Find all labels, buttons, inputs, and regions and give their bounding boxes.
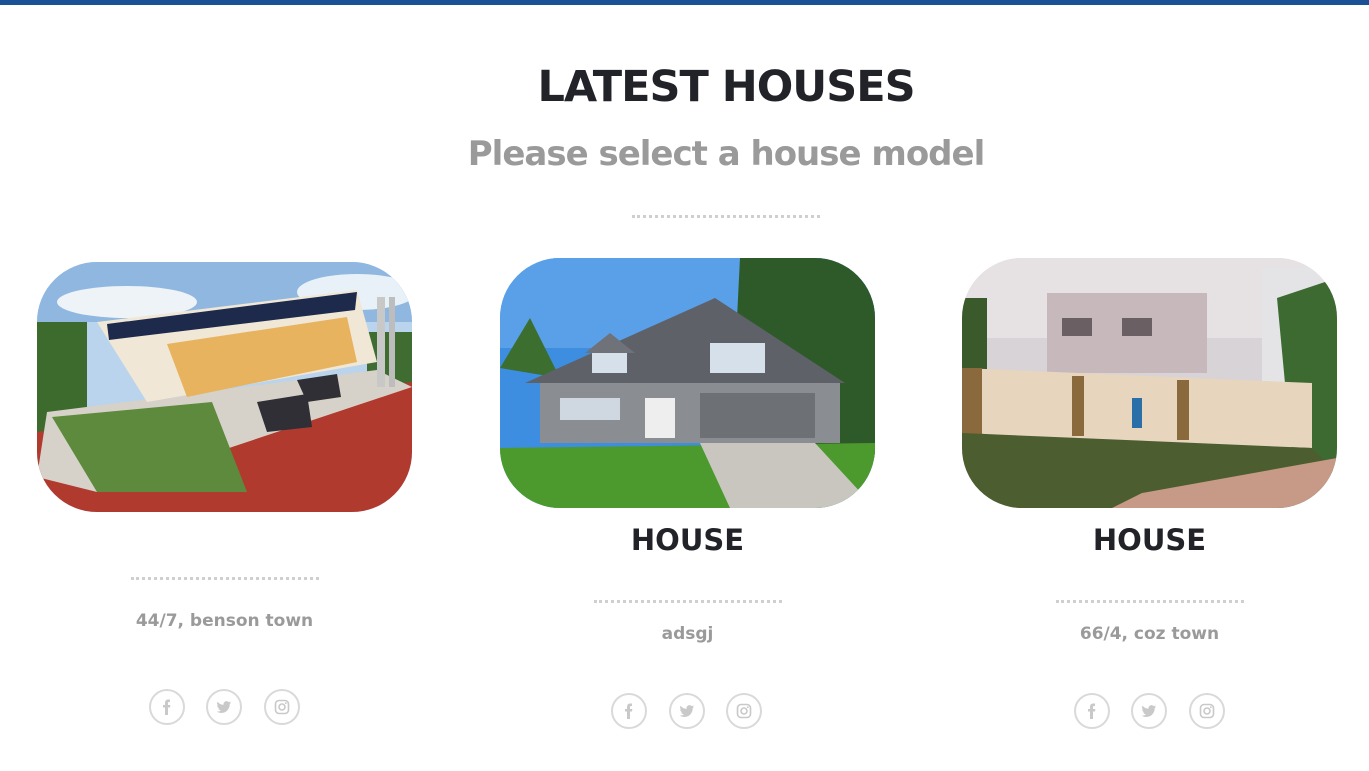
house-address: 66/4, coz town — [1079, 624, 1220, 644]
facebook-icon[interactable] — [1074, 693, 1110, 729]
card-divider — [131, 577, 319, 580]
card-divider — [1056, 600, 1244, 603]
card-divider — [594, 600, 782, 603]
rooftop-solar-house-photo — [37, 262, 412, 512]
section-title: LATEST HOUSES — [537, 62, 915, 112]
instagram-icon[interactable] — [1189, 693, 1225, 729]
section-subtitle: Please select a house model — [467, 134, 986, 174]
house-image[interactable] — [500, 258, 875, 508]
house-title: HOUSE — [630, 523, 745, 557]
house-address: adsgj — [661, 624, 714, 644]
house-image[interactable] — [962, 258, 1337, 508]
instagram-icon[interactable] — [726, 693, 762, 729]
twitter-icon[interactable] — [206, 689, 242, 725]
instagram-icon[interactable] — [264, 689, 300, 725]
section-divider — [632, 215, 820, 218]
twitter-icon[interactable] — [1131, 693, 1167, 729]
facebook-icon[interactable] — [611, 693, 647, 729]
top-accent-bar — [0, 0, 1369, 5]
twitter-icon[interactable] — [669, 693, 705, 729]
house-image[interactable] — [37, 262, 412, 512]
gray-two-story-house-photo — [500, 258, 875, 508]
yard-with-wall-photo — [962, 258, 1337, 508]
facebook-icon[interactable] — [149, 689, 185, 725]
house-title: HOUSE — [1092, 523, 1207, 557]
house-address: 44/7, benson town — [135, 611, 314, 631]
